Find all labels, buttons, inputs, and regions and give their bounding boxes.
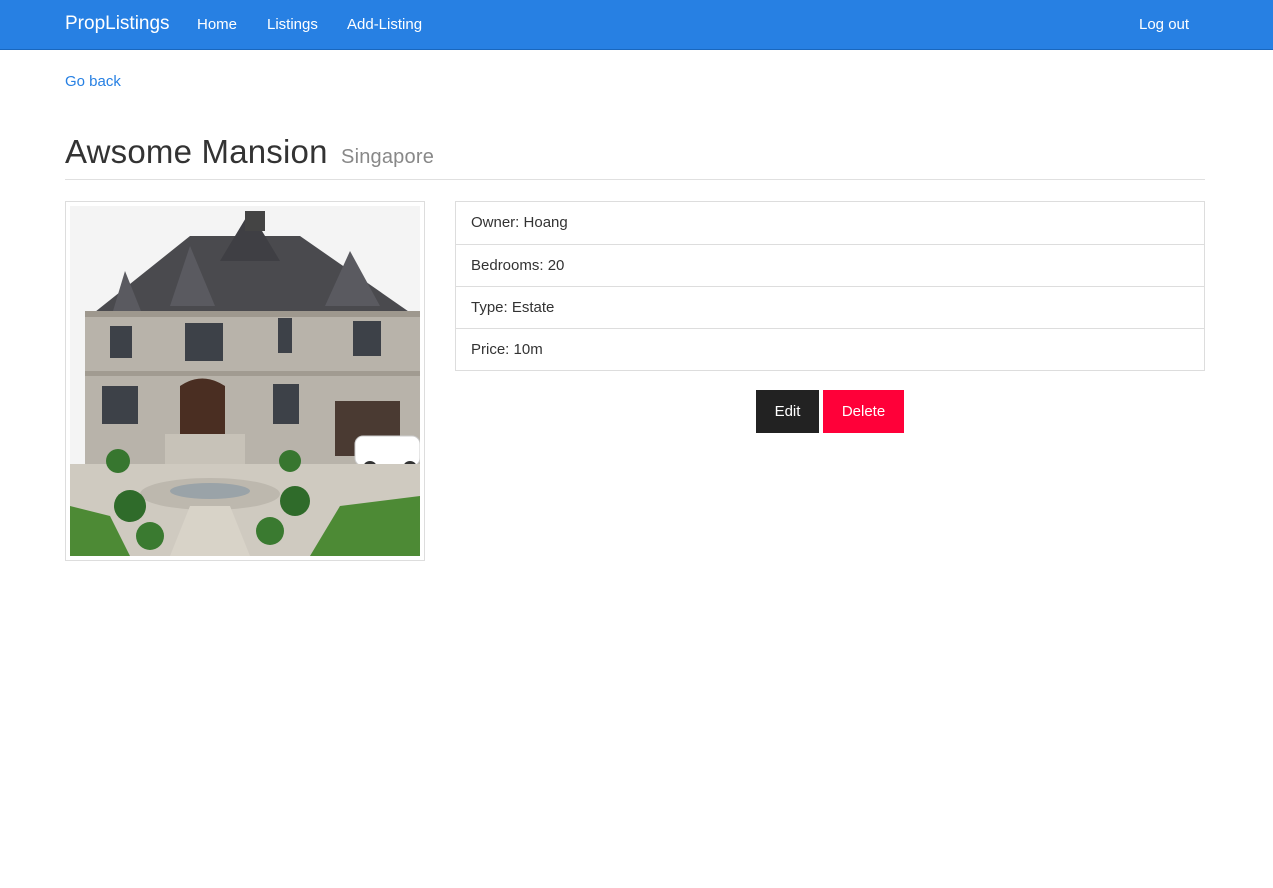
listing-location: Singapore xyxy=(341,146,435,168)
listing-image-thumbnail xyxy=(65,201,425,561)
page-header: Awsome Mansion Singapore xyxy=(65,133,1205,180)
mansion-image xyxy=(70,206,420,556)
detail-price: Price: 10m xyxy=(456,328,1204,370)
logout-link[interactable]: Log out xyxy=(1139,16,1189,33)
detail-owner: Owner: Hoang xyxy=(471,214,568,231)
nav-add-listing[interactable]: Add-Listing xyxy=(347,16,422,33)
listing-title: Awsome Mansion Singapore xyxy=(65,133,1205,171)
delete-button[interactable]: Delete xyxy=(823,390,904,433)
detail-bedrooms: Bedrooms: 20 xyxy=(456,244,1204,286)
edit-button[interactable]: Edit xyxy=(756,390,819,433)
brand-link[interactable]: PropListings xyxy=(65,13,170,35)
nav-home[interactable]: Home xyxy=(197,16,237,33)
detail-type: Type: Estate xyxy=(456,286,1204,328)
listing-details-list: Owner: Hoang Bedrooms: 20 Type: Estate P… xyxy=(455,201,1205,371)
listing-title-text: Awsome Mansion xyxy=(65,133,328,170)
nav-listings[interactable]: Listings xyxy=(267,16,318,33)
top-navbar: PropListings Home Listings Add-Listing L… xyxy=(0,0,1273,50)
go-back-link[interactable]: Go back xyxy=(65,73,121,90)
